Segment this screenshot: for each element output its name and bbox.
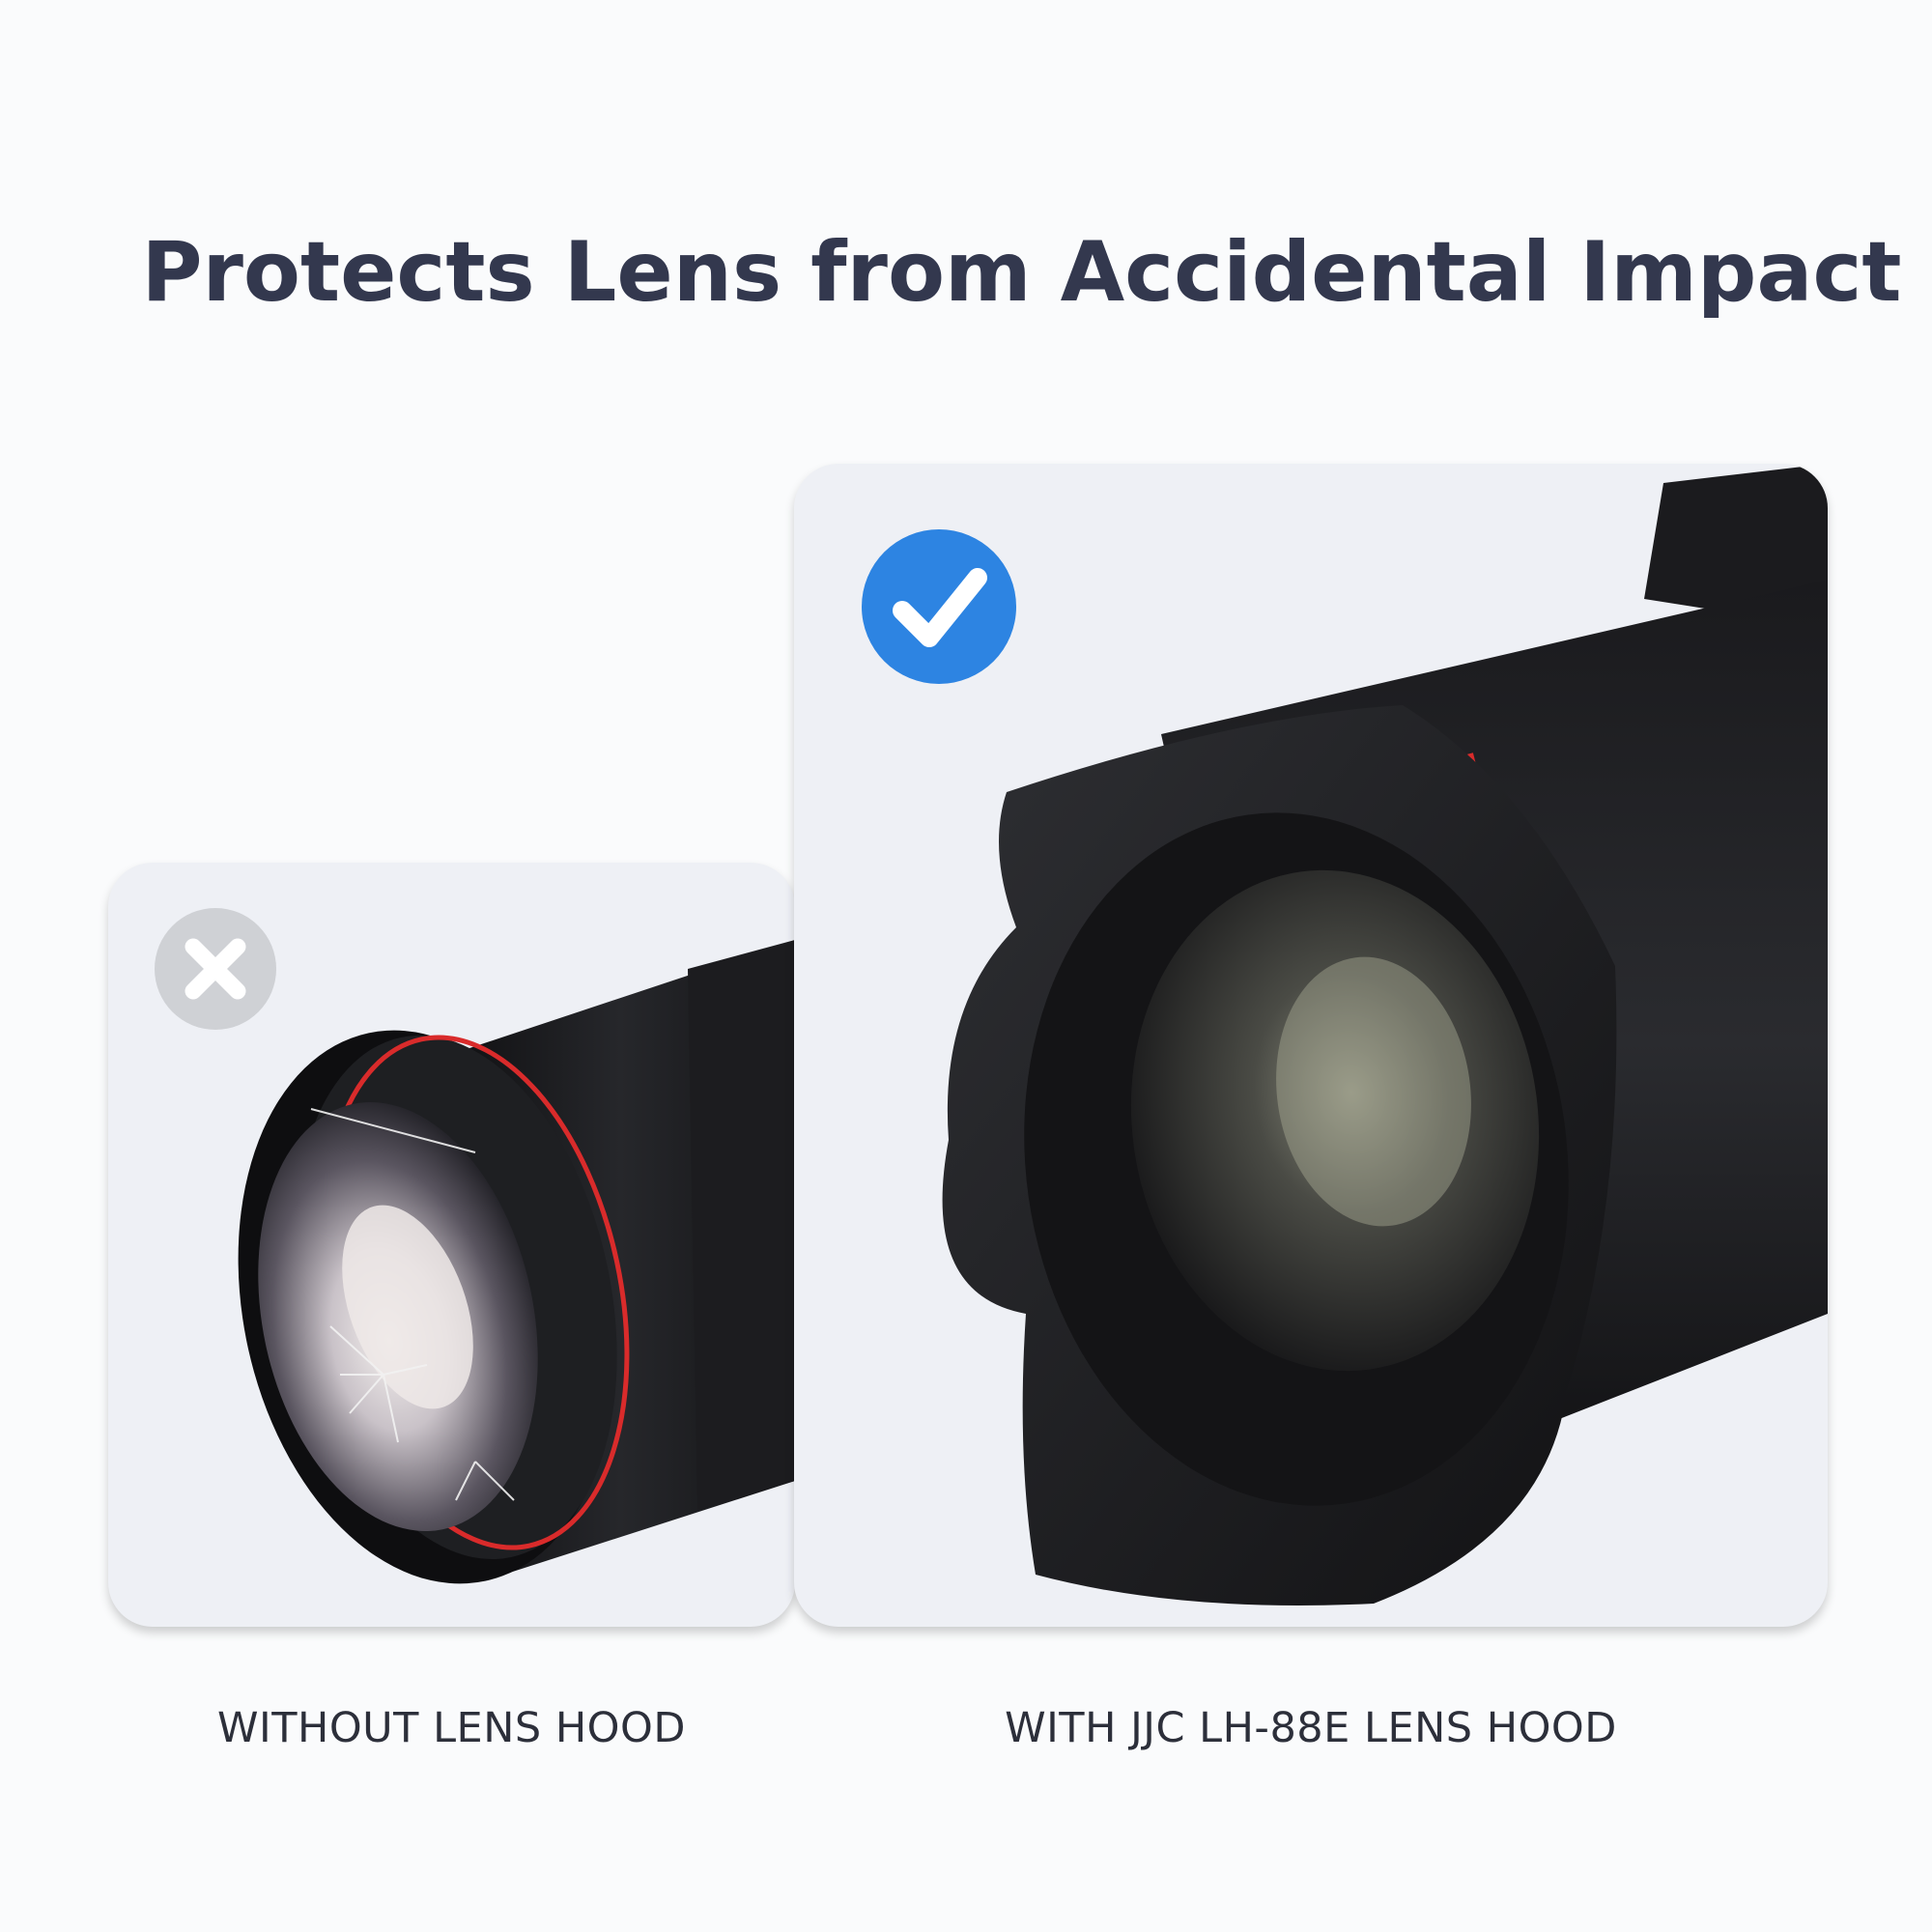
with-hood-label: WITH JJC LH-88E LENS HOOD xyxy=(1005,1704,1617,1752)
x-icon xyxy=(155,908,276,1030)
check-icon xyxy=(862,529,1016,684)
page-title: Protects Lens from Accidental Impact xyxy=(141,224,1902,321)
without-hood-label: WITHOUT LENS HOOD xyxy=(217,1704,686,1752)
